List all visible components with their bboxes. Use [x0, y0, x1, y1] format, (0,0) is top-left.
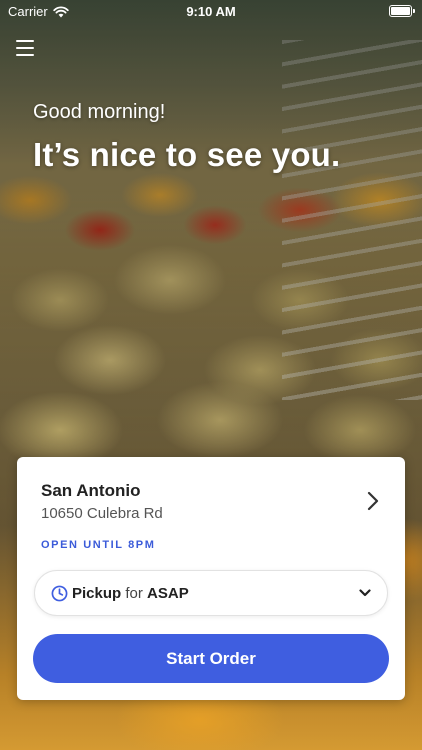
order-mode: Pickup	[72, 584, 122, 602]
menu-line	[16, 40, 34, 42]
greeting-subtitle: Good morning!	[33, 101, 166, 123]
greeting-title: It’s nice to see you.	[33, 136, 341, 173]
menu-line	[16, 54, 34, 56]
order-method-selector[interactable]: Pickup for ASAP	[34, 570, 388, 616]
store-name: San Antonio	[41, 481, 141, 500]
chevron-right-icon[interactable]	[365, 491, 381, 511]
status-bar: Carrier 9:10 AM	[0, 0, 422, 24]
order-method-text: Pickup for ASAP	[72, 585, 189, 602]
order-connector: for	[125, 584, 143, 602]
menu-line	[16, 47, 34, 49]
store-address: 10650 Culebra Rd	[41, 505, 163, 522]
chevron-down-icon	[359, 589, 371, 597]
store-card: San Antonio 10650 Culebra Rd OPEN UNTIL …	[17, 457, 405, 700]
store-hours-status: OPEN UNTIL 8PM	[41, 539, 156, 551]
clock-icon	[51, 585, 68, 601]
hamburger-menu-icon[interactable]	[16, 40, 34, 56]
battery-level	[391, 7, 410, 15]
battery-icon	[389, 5, 415, 17]
start-order-button[interactable]: Start Order	[33, 634, 389, 683]
order-time: ASAP	[147, 584, 189, 602]
status-time: 9:10 AM	[186, 4, 236, 19]
